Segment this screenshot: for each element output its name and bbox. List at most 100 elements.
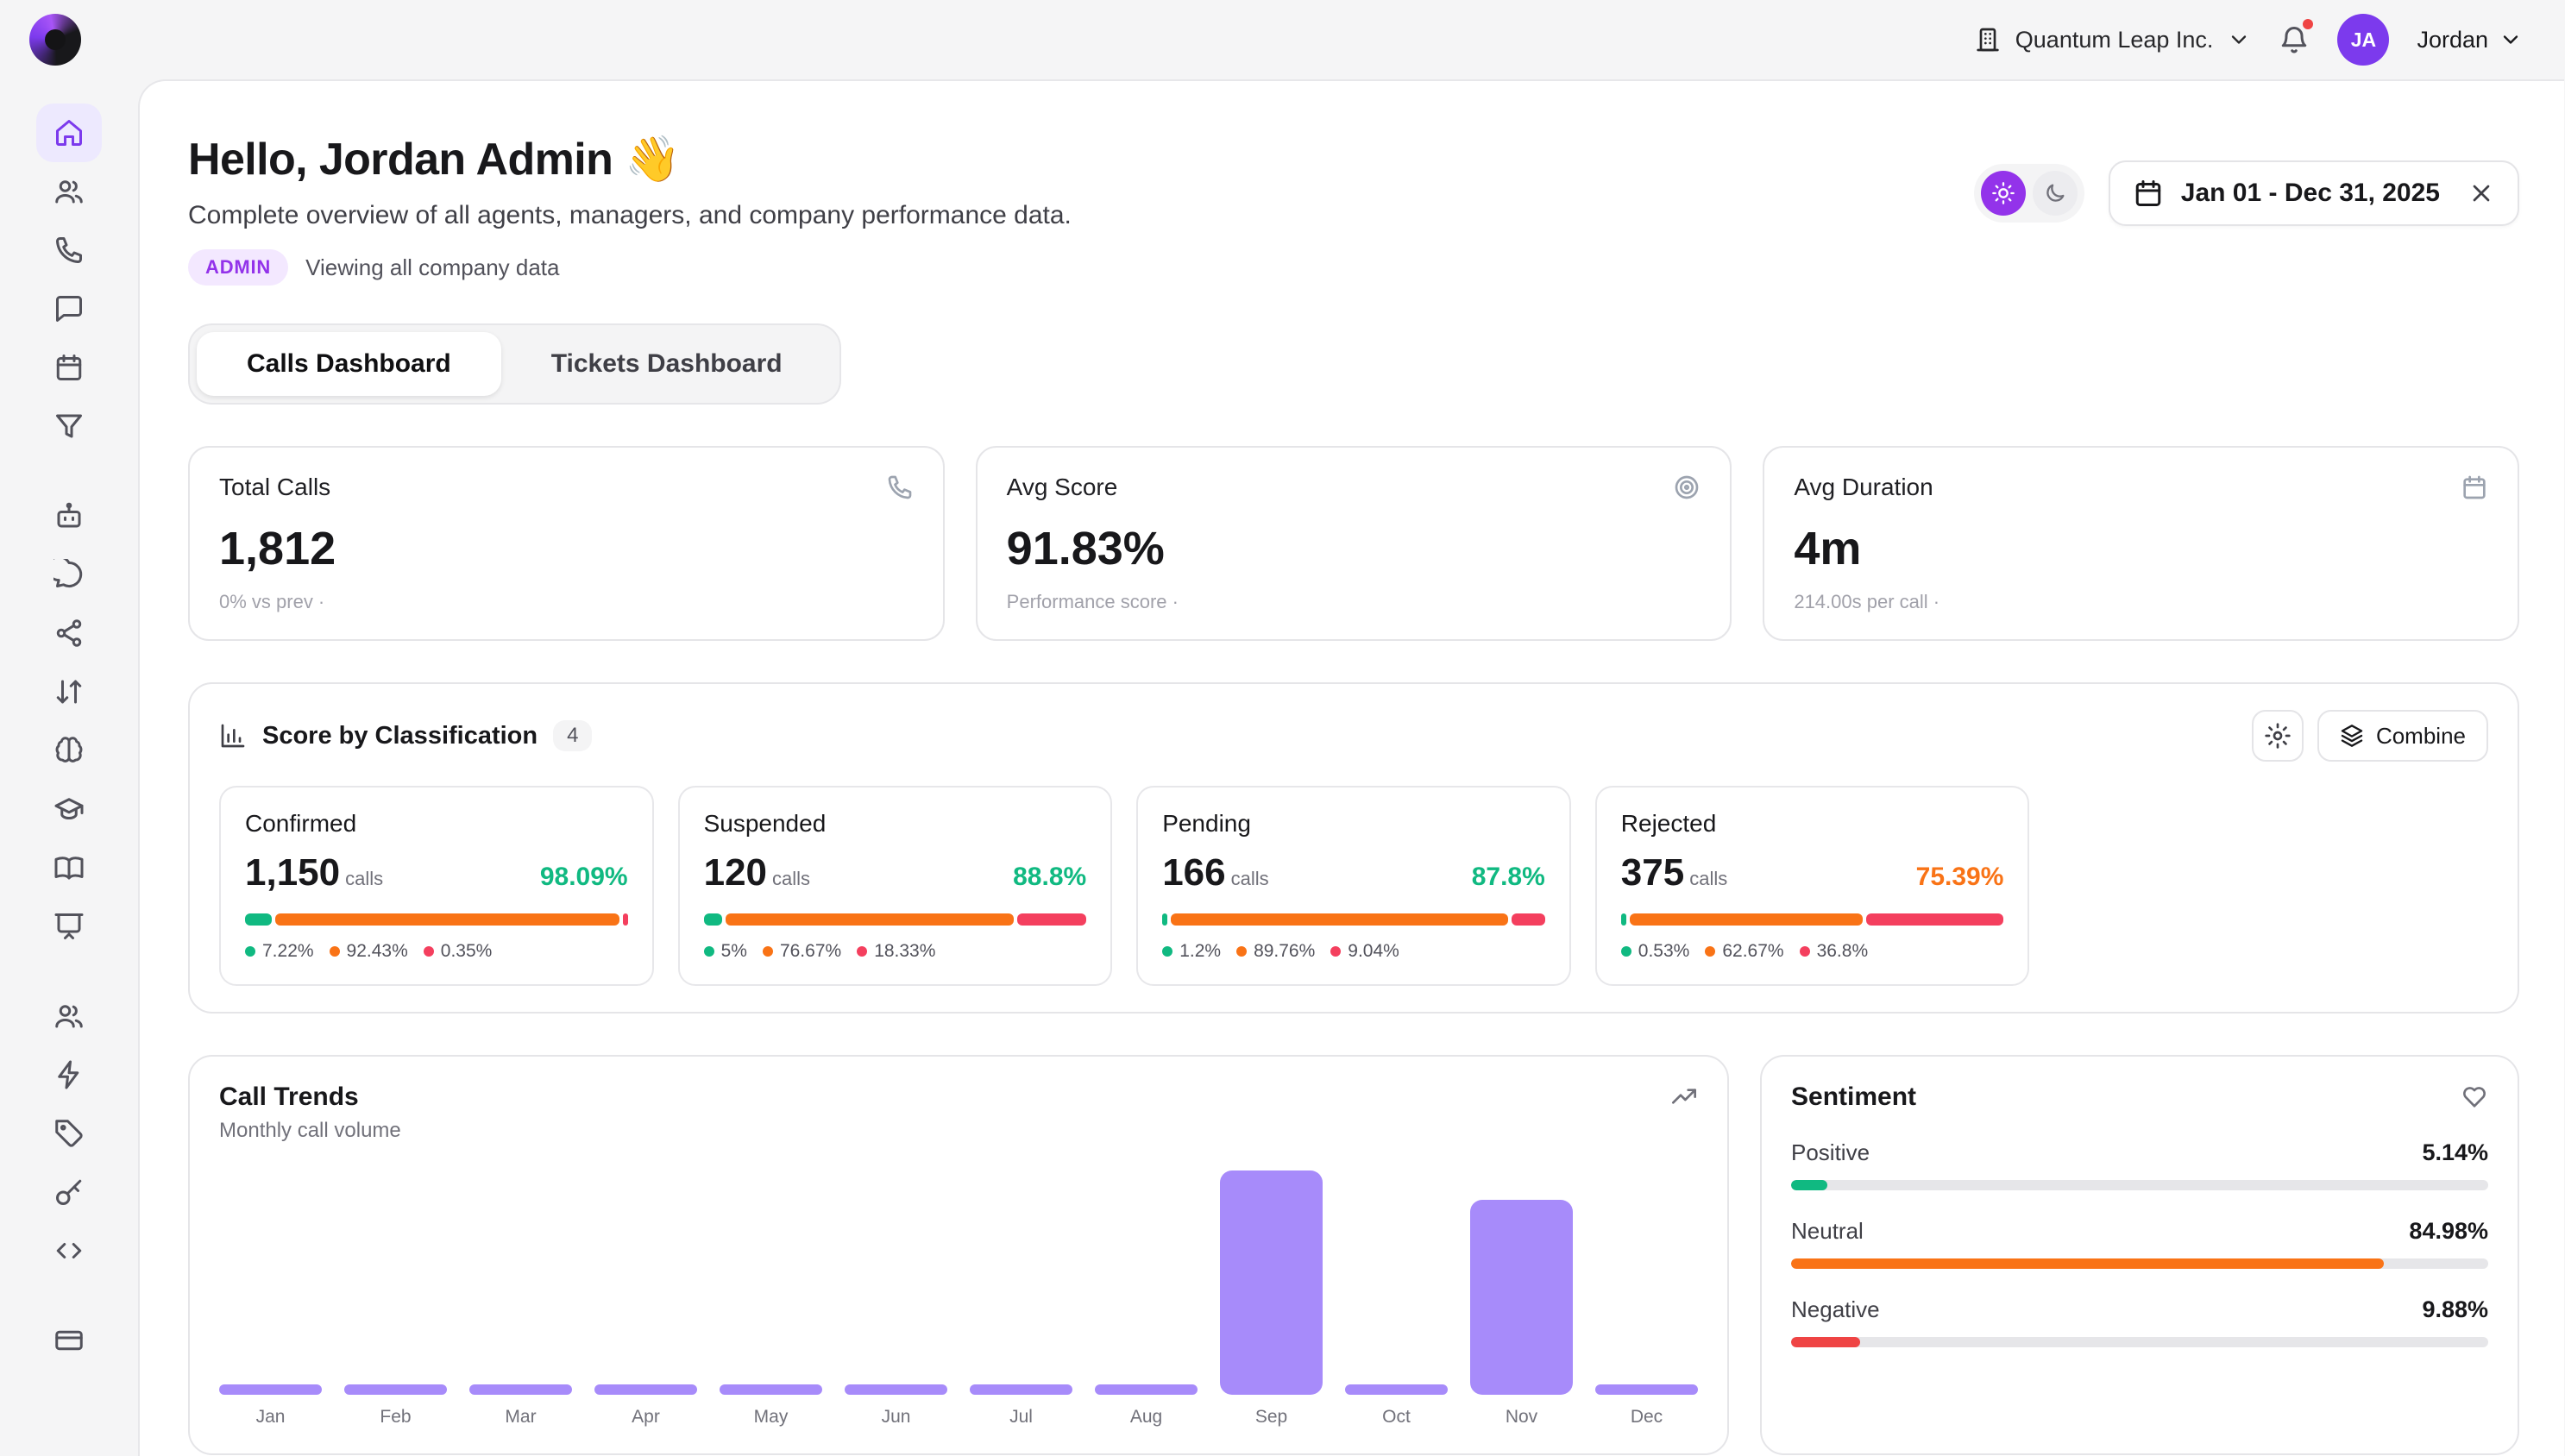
bot-icon <box>53 500 85 531</box>
class-legend: 1.2% 89.76% 9.04% <box>1162 941 1545 962</box>
sidebar-item-intelligence[interactable] <box>36 721 102 780</box>
tab-calls-dashboard[interactable]: Calls Dashboard <box>197 332 501 396</box>
xaxis-label: Sep <box>1220 1407 1323 1428</box>
combine-label: Combine <box>2376 723 2466 750</box>
sidebar-item-calendar[interactable] <box>36 338 102 397</box>
class-title: Suspended <box>704 810 1087 838</box>
message-circle-icon <box>53 559 85 590</box>
date-range-picker[interactable]: Jan 01 - Dec 31, 2025 <box>2109 160 2519 226</box>
heart-icon <box>2461 1083 2488 1110</box>
avatar[interactable]: JA <box>2337 14 2389 66</box>
app-logo[interactable] <box>29 14 81 66</box>
orange-dot <box>1705 946 1715 957</box>
green-dot <box>1162 946 1172 957</box>
org-switcher[interactable]: Quantum Leap Inc. <box>1974 26 2252 53</box>
sidebar-item-chat[interactable] <box>36 545 102 604</box>
sidebar-item-workflows[interactable] <box>36 604 102 662</box>
filter-icon <box>53 411 85 442</box>
calendar-icon <box>2133 178 2164 209</box>
bar-feb <box>344 1384 447 1395</box>
xaxis-label: Jun <box>845 1407 947 1428</box>
class-card-confirmed: Confirmed 1,150calls 98.09% 7.22% 92.43%… <box>219 786 654 986</box>
badge-row: ADMIN Viewing all company data <box>188 249 1072 286</box>
sidebar-item-presentations[interactable] <box>36 897 102 956</box>
sidebar-item-home[interactable] <box>36 104 102 162</box>
sidebar-item-api-keys[interactable] <box>36 1163 102 1221</box>
tag-icon <box>53 1118 85 1149</box>
sidebar-item-messages[interactable] <box>36 279 102 338</box>
bar-may <box>720 1384 822 1395</box>
class-calls-unit: calls <box>1231 868 1269 889</box>
notification-dot <box>2303 19 2313 29</box>
class-legend: 7.22% 92.43% 0.35% <box>245 941 628 962</box>
sidebar-item-tags[interactable] <box>36 1104 102 1163</box>
stat-card-avg-score: Avg Score 91.83% Performance score · <box>976 446 1732 641</box>
page-header: Hello, Jordan Admin 👋 Complete overview … <box>188 133 2519 286</box>
book-open-icon <box>53 852 85 883</box>
users-icon <box>53 176 85 207</box>
gear-icon <box>2264 722 2292 750</box>
class-title: Pending <box>1162 810 1545 838</box>
arrows-up-down-icon <box>53 676 85 707</box>
building-icon <box>1974 26 2002 53</box>
class-card-suspended: Suspended 120calls 88.8% 5% 76.67% 18.33… <box>678 786 1113 986</box>
badge-note: Viewing all company data <box>305 254 559 281</box>
sidebar-item-automations[interactable] <box>36 1045 102 1104</box>
sidebar-item-filters[interactable] <box>36 397 102 455</box>
graduation-cap-icon <box>53 794 85 825</box>
sentiment-label: Negative <box>1791 1296 1880 1323</box>
stat-label: Avg Score <box>1007 474 1118 501</box>
user-menu[interactable]: Jordan <box>2417 27 2523 53</box>
bar-nov <box>1470 1200 1573 1395</box>
presentation-icon <box>53 911 85 942</box>
xaxis-label: Jan <box>219 1407 322 1428</box>
orange-dot <box>330 946 340 957</box>
bar-dec <box>1595 1384 1698 1395</box>
sidebar-item-billing[interactable] <box>36 1311 102 1370</box>
sidebar-item-calls[interactable] <box>36 221 102 279</box>
sidebar-item-library[interactable] <box>36 838 102 897</box>
bar-sep <box>1220 1170 1323 1395</box>
sidebar-item-team[interactable] <box>36 987 102 1045</box>
xaxis-label: Jul <box>970 1407 1072 1428</box>
app-window: Quantum Leap Inc. JA Jordan <box>0 0 2564 1456</box>
red-dot <box>1330 946 1341 957</box>
classification-count-badge: 4 <box>553 720 592 751</box>
clear-date-button[interactable] <box>2468 179 2495 207</box>
light-mode-button[interactable] <box>1981 171 2026 216</box>
users-icon <box>53 1001 85 1032</box>
class-calls-unit: calls <box>1689 868 1727 889</box>
sidebar-item-training[interactable] <box>36 780 102 838</box>
bar-jan <box>219 1384 322 1395</box>
green-dot <box>1621 946 1631 957</box>
xaxis-label: Nov <box>1470 1407 1573 1428</box>
theme-toggle[interactable] <box>1974 164 2084 223</box>
dark-mode-button[interactable] <box>2033 171 2078 216</box>
classification-settings-button[interactable] <box>2252 710 2304 762</box>
red-dot <box>424 946 434 957</box>
orange-dot <box>763 946 773 957</box>
home-icon <box>53 117 85 148</box>
stat-label: Avg Duration <box>1794 474 1933 501</box>
class-calls-unit: calls <box>772 868 810 889</box>
sidebar-item-bot[interactable] <box>36 486 102 545</box>
progress-track <box>1791 1337 2488 1347</box>
sentiment-title: Sentiment <box>1791 1083 1916 1112</box>
stat-value: 91.83% <box>1007 522 1701 575</box>
xaxis-label: Aug <box>1095 1407 1198 1428</box>
call-trends-subtitle: Monthly call volume <box>219 1119 401 1143</box>
sidebar-item-developer[interactable] <box>36 1221 102 1280</box>
sidebar-item-agents[interactable] <box>36 162 102 221</box>
stat-label: Total Calls <box>219 474 330 501</box>
notifications-button[interactable] <box>2279 24 2310 55</box>
phone-icon <box>886 474 914 501</box>
topbar-right: Quantum Leap Inc. JA Jordan <box>1974 14 2523 66</box>
page-title: Hello, Jordan Admin 👋 <box>188 133 1072 185</box>
dashboard-tabs: Calls Dashboard Tickets Dashboard <box>188 323 841 405</box>
bar-jul <box>970 1384 1072 1395</box>
combine-button[interactable]: Combine <box>2317 710 2488 762</box>
charts-row: Call Trends Monthly call volume <box>188 1055 2519 1455</box>
sidebar-item-transfers[interactable] <box>36 662 102 721</box>
tab-tickets-dashboard[interactable]: Tickets Dashboard <box>501 332 833 396</box>
bar-jun <box>845 1384 947 1395</box>
